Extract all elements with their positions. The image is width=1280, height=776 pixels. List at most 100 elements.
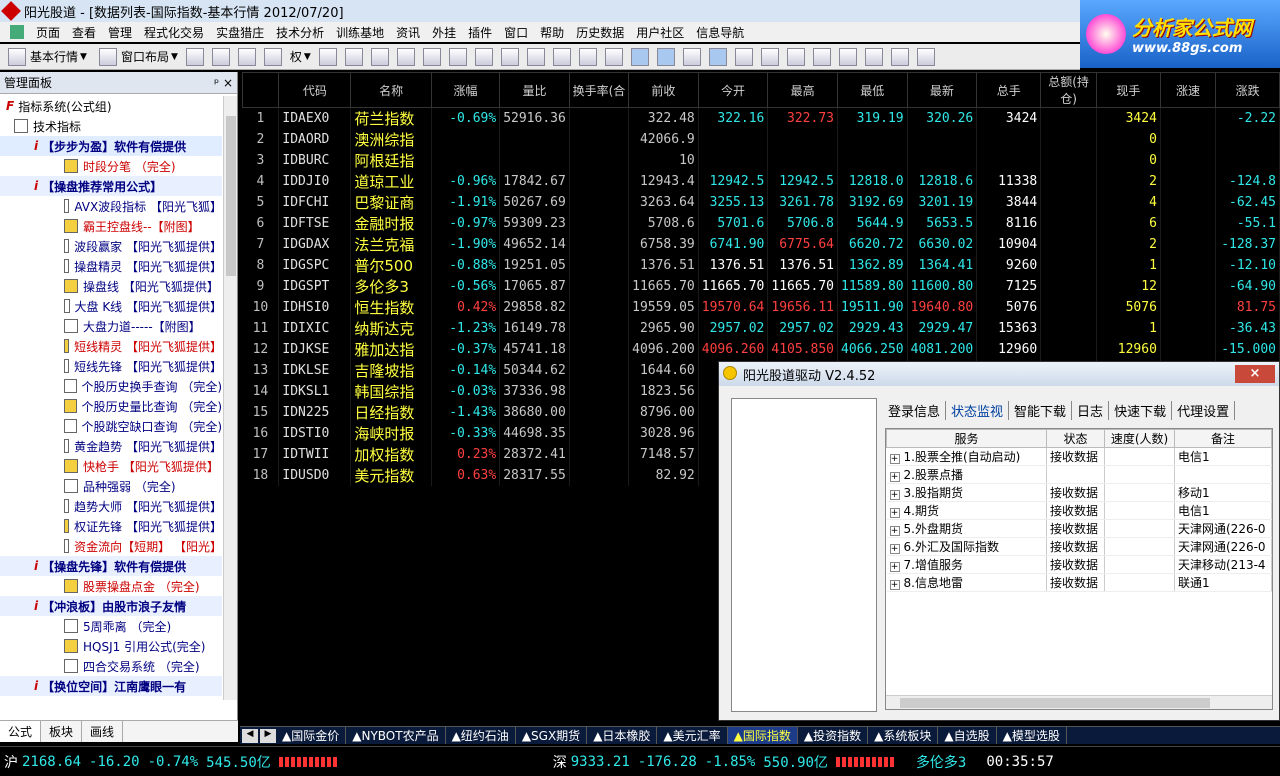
column-header[interactable] bbox=[241, 72, 280, 108]
tree-scrollbar[interactable] bbox=[223, 96, 237, 700]
tab-drawing[interactable]: 画线 bbox=[82, 721, 124, 742]
col-service[interactable]: 服务 bbox=[886, 429, 1047, 448]
service-row[interactable]: +1.股票全推(自动启动) 接收数据 电信1 bbox=[886, 447, 1272, 466]
move-icon[interactable] bbox=[237, 47, 256, 66]
chart-icon[interactable] bbox=[318, 47, 337, 66]
column-header[interactable]: 名称 bbox=[350, 72, 432, 108]
tree-item[interactable]: 四合交易系统 （完全) bbox=[0, 656, 222, 676]
tree-item[interactable]: 大盘 K线 【阳光飞狐提供】 bbox=[0, 296, 222, 316]
tree-root[interactable]: F 指标系统(公式组) bbox=[0, 96, 222, 116]
tree-item[interactable]: 波段赢家 【阳光飞狐提供】 bbox=[0, 236, 222, 256]
col-speed[interactable]: 速度(人数) bbox=[1104, 429, 1175, 448]
menu-item-training[interactable]: 训练基地 bbox=[330, 24, 390, 41]
layout-dropdown[interactable]: 窗口布局 ▼ bbox=[91, 46, 182, 68]
gear-icon[interactable] bbox=[526, 47, 545, 66]
status-stock[interactable]: 多伦多3 bbox=[916, 752, 966, 772]
tree-item[interactable]: 操盘精灵 【阳光飞狐提供】 bbox=[0, 256, 222, 276]
tree-group[interactable]: i 【操盘推荐常用公式】 bbox=[0, 176, 222, 196]
column-header[interactable]: 换手率(合 bbox=[568, 72, 630, 108]
table-row[interactable]: 7 IDGDAX 法兰克福 -1.90% 49652.14 6758.39 6741.90 6… bbox=[242, 234, 1280, 255]
dialog-tab[interactable]: 快速下载 bbox=[1109, 400, 1173, 420]
expand-icon[interactable]: + bbox=[889, 526, 900, 536]
tree-item[interactable]: 快枪手 【阳光飞狐提供】 bbox=[0, 456, 222, 476]
menu-item-addons[interactable]: 外挂 bbox=[426, 24, 462, 41]
cross-chart-icon[interactable] bbox=[344, 47, 363, 66]
expand-icon[interactable]: + bbox=[889, 490, 900, 500]
window-icon[interactable] bbox=[604, 47, 623, 66]
expand-icon[interactable]: + bbox=[889, 580, 900, 590]
column-header[interactable]: 最低 bbox=[837, 72, 908, 108]
dialog-close-button[interactable]: × bbox=[1235, 365, 1275, 383]
calc-icon[interactable] bbox=[578, 47, 597, 66]
column-header[interactable]: 前收 bbox=[628, 72, 699, 108]
tree-item[interactable]: 权证先锋 【阳光飞狐提供】 bbox=[0, 516, 222, 536]
tree-group[interactable]: i 【换位空间】江南鹰眼一有 bbox=[0, 676, 222, 696]
tree-group[interactable]: i 【冲浪板】由股市浪子友情 bbox=[0, 596, 222, 616]
menu-item-plugins[interactable]: 插件 bbox=[462, 24, 498, 41]
grid-icon[interactable] bbox=[211, 47, 230, 66]
menu-item-program-trading[interactable]: 程式化交易 bbox=[138, 24, 210, 41]
expand-icon[interactable]: + bbox=[889, 562, 900, 572]
service-row[interactable]: +8.信息地雷 接收数据 联通1 bbox=[886, 573, 1272, 592]
table-icon[interactable] bbox=[552, 47, 571, 66]
scroll-left-icon[interactable]: ◀ bbox=[242, 728, 258, 743]
column-header[interactable]: 涨幅 bbox=[430, 72, 501, 108]
zoom-icon[interactable] bbox=[682, 47, 701, 66]
menu-item-news[interactable]: 资讯 bbox=[390, 24, 426, 41]
tree-item[interactable]: 趋势大师 【阳光飞狐提供】 bbox=[0, 496, 222, 516]
menu-item-help[interactable]: 帮助 bbox=[534, 24, 570, 41]
tree-item[interactable]: 5周乖离 （完全) bbox=[0, 616, 222, 636]
column-header[interactable]: 最高 bbox=[767, 72, 838, 108]
market-tab[interactable]: ▲国际金价 bbox=[276, 727, 347, 744]
service-row[interactable]: +6.外汇及国际指数 接收数据 天津网通(226-0 bbox=[886, 537, 1272, 556]
service-row[interactable]: +4.期货 接收数据 电信1 bbox=[886, 501, 1272, 520]
table-row[interactable]: 4 IDDJI0 道琼工业 -0.96% 17842.67 12943.4 12942.5 1… bbox=[242, 171, 1280, 192]
column-header[interactable]: 现手 bbox=[1095, 72, 1161, 108]
report-icon[interactable] bbox=[396, 47, 415, 66]
column-header[interactable]: 量比 bbox=[499, 72, 570, 108]
document-icon[interactable] bbox=[422, 47, 441, 66]
market-tab[interactable]: ▲自选股 bbox=[938, 727, 997, 744]
pin-icon[interactable]: ᵖ bbox=[214, 76, 219, 90]
tree-item[interactable]: 股票操盘点金 （完全) bbox=[0, 576, 222, 596]
menu-item-page[interactable]: 页面 bbox=[30, 24, 66, 41]
tree-item[interactable]: 资金流向【短期】 【阳光】 bbox=[0, 536, 222, 556]
close-icon[interactable]: × bbox=[223, 76, 233, 90]
table-row[interactable]: 2 IDAORD 澳洲综指 42066.9 0 bbox=[242, 129, 1280, 150]
service-row[interactable]: +3.股指期货 接收数据 移动1 bbox=[886, 483, 1272, 502]
table-row[interactable]: 10 IDHSI0 恒生指数 0.42% 29858.82 19559.05 19570.6… bbox=[242, 297, 1280, 318]
tab-sector[interactable]: 板块 bbox=[41, 721, 83, 742]
menu-item-live-hunt[interactable]: 实盘猎庄 bbox=[210, 24, 270, 41]
hline-icon[interactable] bbox=[760, 47, 779, 66]
market-tab[interactable]: ▲NYBOT农产品 bbox=[346, 727, 446, 744]
service-row[interactable]: +7.增值服务 接收数据 天津移动(213-4 bbox=[886, 555, 1272, 574]
dialog-tab[interactable]: 代理设置 bbox=[1172, 400, 1236, 420]
dialog-tab[interactable]: 登录信息 bbox=[883, 400, 947, 420]
market-tab[interactable]: ▲SGX期货 bbox=[516, 727, 588, 744]
market-tab[interactable]: ▲投资指数 bbox=[798, 727, 869, 744]
column-header[interactable]: 总手 bbox=[976, 72, 1042, 108]
market-tab[interactable]: ▲日本橡胶 bbox=[587, 727, 658, 744]
scroll-thumb[interactable] bbox=[226, 116, 236, 276]
expand-icon[interactable]: + bbox=[889, 472, 900, 482]
tree-group[interactable]: i 【操盘先锋】软件有偿提供 bbox=[0, 556, 222, 576]
rights-dropdown[interactable]: 权 ▼ bbox=[286, 46, 315, 68]
fan-icon[interactable] bbox=[838, 47, 857, 66]
menu-item-window[interactable]: 窗口 bbox=[498, 24, 534, 41]
tree-item[interactable]: 短线先锋 【阳光飞狐提供】 bbox=[0, 356, 222, 376]
open-folder-icon[interactable] bbox=[185, 47, 204, 66]
trend-icon[interactable] bbox=[448, 47, 467, 66]
table-row[interactable]: 11 IDIXIC 纳斯达克 -1.23% 16149.78 2965.90 2957.02… bbox=[242, 318, 1280, 339]
service-row[interactable]: +5.外盘期货 接收数据 天津网通(226-0 bbox=[886, 519, 1272, 538]
market-tab[interactable]: ▲纽约石油 bbox=[446, 727, 516, 744]
col-status[interactable]: 状态 bbox=[1046, 429, 1105, 448]
system-menu-icon[interactable] bbox=[10, 25, 24, 39]
tree-item[interactable]: 黄金趋势 【阳光飞狐提供】 bbox=[0, 436, 222, 456]
dialog-tab[interactable]: 状态监视 bbox=[946, 400, 1010, 420]
market-tab[interactable]: ▲美元汇率 bbox=[657, 727, 728, 744]
expand-icon[interactable]: + bbox=[889, 454, 900, 464]
tree-item[interactable]: 大盘力道-----【附图】 bbox=[0, 316, 222, 336]
market-tab[interactable]: ▲系统板块 bbox=[868, 727, 939, 744]
tree-item[interactable]: 品种强弱 （完全) bbox=[0, 476, 222, 496]
tree-item[interactable]: 个股历史量比查询 （完全) bbox=[0, 396, 222, 416]
